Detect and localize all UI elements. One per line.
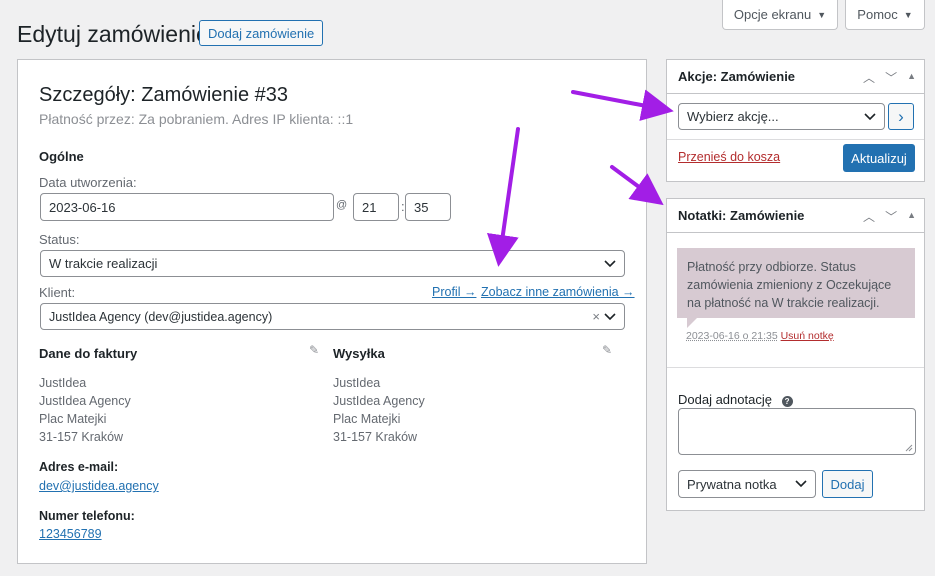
annotation-arrow bbox=[610, 165, 664, 206]
annotation-arrow bbox=[486, 127, 520, 267]
annotation-arrows bbox=[486, 89, 674, 267]
annotation-arrow bbox=[571, 89, 674, 121]
